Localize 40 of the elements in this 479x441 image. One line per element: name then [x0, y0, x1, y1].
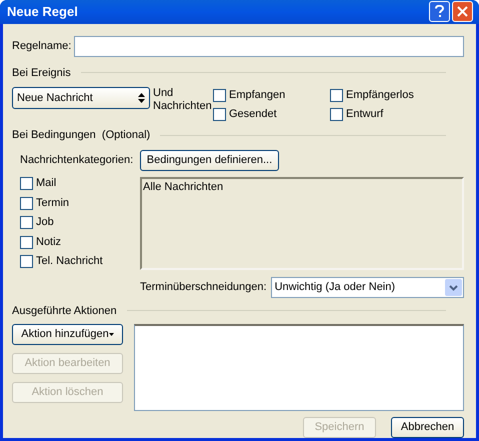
field-label: Nachrichtenkategorien:: [20, 152, 134, 168]
dropdown-arrow-icon: [108, 333, 114, 336]
help-icon: [435, 5, 444, 18]
checkbox-label: Job: [36, 215, 54, 230]
checkbox-label: Tel. Nachricht: [36, 254, 103, 270]
section-heading: Ausgeführte Aktionen: [12, 304, 117, 318]
checkbox[interactable]: [20, 236, 33, 248]
checkbox[interactable]: [330, 108, 343, 120]
section-heading: Bei Ereignis: [12, 66, 71, 80]
help-button[interactable]: [429, 1, 450, 22]
checkbox-label: Mail: [36, 176, 56, 192]
checkbox-label: Empfängerlos: [346, 88, 414, 103]
summary-item: Alle Nachrichten: [142, 180, 224, 194]
close-button[interactable]: [452, 1, 473, 22]
up-down-arrows-icon: [138, 93, 145, 103]
checkbox[interactable]: [20, 216, 33, 229]
rule-name-field[interactable]: [74, 36, 464, 56]
and-label: Und Nachrichten: [153, 86, 213, 113]
close-icon: [457, 6, 468, 18]
define-conditions-button[interactable]: Bedingungen definieren...: [140, 150, 279, 170]
button[interactable]: Abbrechen: [391, 417, 464, 438]
checkbox[interactable]: [20, 196, 33, 210]
checkbox[interactable]: [213, 108, 226, 120]
checkbox-label: Termin: [36, 196, 70, 211]
section-heading: Bei Bedingungen (Optional): [12, 128, 150, 143]
checkbox-label: Entwurf: [346, 106, 384, 122]
window-title: Neue Regel: [6, 3, 78, 21]
checkbox[interactable]: [20, 255, 33, 268]
button[interactable]: Aktion hinzufügen: [12, 324, 123, 345]
field-label: Regelname:: [12, 38, 71, 54]
checkbox-label: Gesendet: [229, 106, 277, 122]
field-label: Terminüberschneidungen:: [140, 280, 267, 295]
actions-list[interactable]: [134, 324, 464, 411]
overlap-dropdown[interactable]: Unwichtig (Ja oder Nein): [270, 276, 464, 298]
event-dropdown[interactable]: Neue Nachricht: [12, 87, 150, 109]
checkbox[interactable]: [20, 177, 33, 190]
checkbox[interactable]: [330, 88, 343, 102]
checkbox-label: Empfangen: [229, 88, 286, 103]
checkbox[interactable]: [213, 88, 226, 102]
checkbox-label: Notiz: [36, 234, 62, 250]
